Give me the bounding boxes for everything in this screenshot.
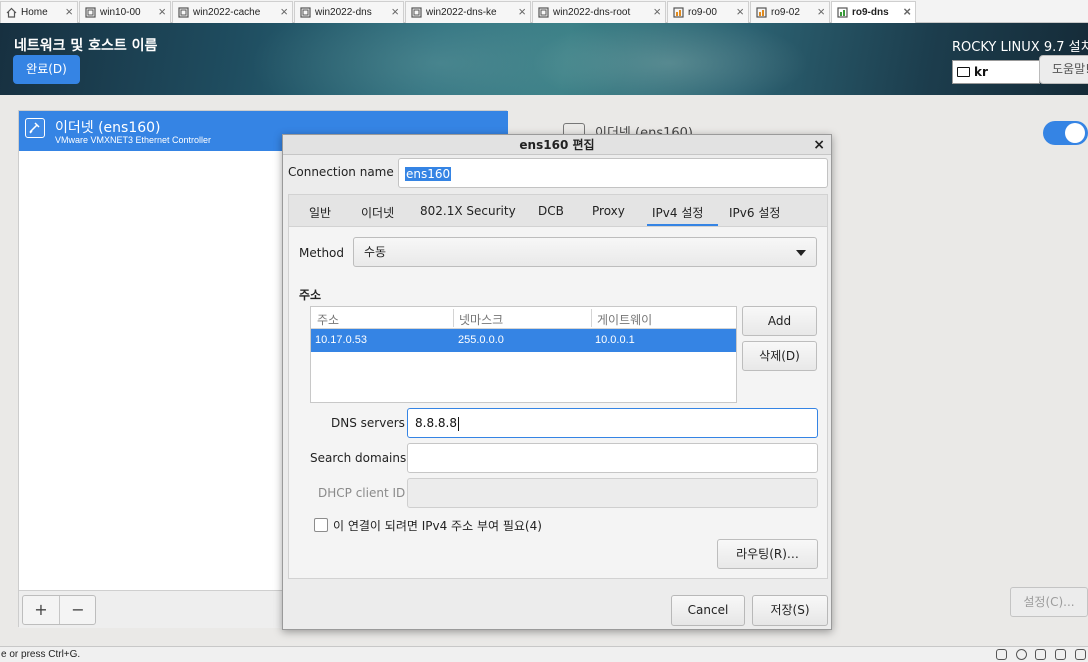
status-bar: e or press Ctrl+G. [0,646,1088,662]
sound-icon[interactable] [1075,649,1086,660]
help-button[interactable]: 도움말! [1039,55,1088,84]
vm-icon [300,7,311,18]
vm-running-icon [837,7,848,18]
vm-tab[interactable]: win2022-dns-root × [532,1,666,23]
chevron-down-icon [796,250,806,256]
dhcp-client-id-input [407,478,818,508]
installer-header: 네트워크 및 호스트 이름 완료(D) ROCKY LINUX 9.7 설치 k… [0,23,1088,95]
netmask-cell[interactable]: 255.0.0.0 [458,334,504,346]
tab-ipv4-settings[interactable]: IPv4 설정 [652,204,703,221]
method-label: Method [299,246,345,260]
vm-tab[interactable]: win10-00 × [79,1,171,23]
vm-tab[interactable]: win2022-dns × [294,1,404,23]
device-toggle[interactable] [1043,121,1088,145]
save-button[interactable]: 저장(S) [752,595,828,626]
vm-tab-home[interactable]: Home × [0,1,78,23]
routes-button[interactable]: 라우팅(R)… [717,539,818,569]
device-description: VMware VMXNET3 Ethernet Controller [55,135,212,145]
keyboard-icon [957,67,970,77]
column-header-gateway[interactable]: 게이트웨이 [597,311,652,328]
disk-icon[interactable] [995,649,1007,660]
address-table: 주소 넷마스크 게이트웨이 10.17.0.53 255.0.0.0 10.0.… [310,306,737,403]
require-ipv4-label[interactable]: 이 연결이 되려면 IPv4 주소 부여 필요(4) [333,517,542,534]
settings-tabs: 일반 이더넷 802.1X Security DCB Proxy IPv4 설정… [288,194,828,227]
remove-device-button[interactable]: − [60,600,96,619]
addresses-heading: 주소 [299,288,322,302]
address-cell[interactable]: 10.17.0.53 [315,334,367,346]
close-icon[interactable]: × [653,4,661,19]
close-icon[interactable]: × [817,4,825,19]
column-header-address[interactable]: 주소 [317,311,339,328]
connection-name-value: ens160 [405,167,452,181]
home-icon [6,7,17,18]
vm-running-icon [756,7,767,18]
vm-tab[interactable]: ro9-00 × [667,1,749,23]
vm-icon [538,7,549,18]
close-icon[interactable]: × [518,4,526,19]
address-table-header: 주소 넷마스크 게이트웨이 [311,307,736,329]
dns-servers-label: DNS servers [331,416,405,430]
vm-tab[interactable]: ro9-02 × [750,1,830,23]
tab-general[interactable]: 일반 [309,204,331,221]
close-icon[interactable]: × [391,4,399,19]
vm-tab[interactable]: win2022-cache × [172,1,293,23]
tab-802-1x-security[interactable]: 802.1X Security [420,204,516,218]
status-text: e or press Ctrl+G. [1,649,81,660]
tab-proxy[interactable]: Proxy [592,204,625,218]
tab-dcb[interactable]: DCB [538,204,564,218]
keyboard-layout-indicator[interactable]: kr [952,60,1040,84]
search-domains-input[interactable] [407,443,818,473]
method-value: 수동 [364,245,387,259]
dns-servers-value: 8.8.8.8 [415,416,457,430]
page-title: 네트워크 및 호스트 이름 [14,38,158,54]
settings-button[interactable]: 설정(C)... [1010,587,1088,617]
keyboard-layout-label: kr [974,65,988,79]
vm-icon [85,7,96,18]
method-dropdown[interactable]: 수동 [353,237,817,267]
tab-ipv6-settings[interactable]: IPv6 설정 [729,204,780,221]
gateway-cell[interactable]: 10.0.0.1 [595,334,635,346]
done-button[interactable]: 완료(D) [13,55,80,84]
delete-address-button[interactable]: 삭제(D) [742,341,817,371]
ipv4-settings-panel: Method 수동 주소 주소 넷마스크 게이트웨이 10.17.0.53 25… [288,226,828,579]
vm-icon [178,7,189,18]
device-name: 이더넷 (ens160) [55,120,161,136]
column-header-netmask[interactable]: 넷마스크 [459,311,503,328]
table-row[interactable]: 10.17.0.53 255.0.0.0 10.0.0.1 [311,329,736,352]
edit-connection-dialog: ens160 편집 × Connection name ens160 일반 이더… [282,134,832,630]
vm-running-icon [673,7,684,18]
network-card-icon [25,118,45,138]
close-icon[interactable]: × [158,4,166,19]
require-ipv4-checkbox[interactable] [314,518,328,532]
connection-name-label: Connection name [288,165,394,179]
add-address-button[interactable]: Add [742,306,817,336]
close-icon[interactable]: × [280,4,288,19]
add-device-button[interactable]: + [23,600,59,619]
vm-tab[interactable]: win2022-dns-ke × [405,1,531,23]
dialog-title: ens160 편집 × [283,135,831,155]
connection-name-input[interactable]: ens160 [398,158,828,188]
dhcp-client-id-label: DHCP client ID [318,486,406,500]
close-icon[interactable]: × [903,4,911,19]
close-icon[interactable]: × [736,4,744,19]
product-title: ROCKY LINUX 9.7 설치 [952,40,1088,55]
tab-ethernet[interactable]: 이더넷 [361,204,394,221]
usb-icon[interactable] [1055,649,1067,660]
search-domains-label: Search domains [310,451,407,465]
close-icon[interactable]: × [813,135,825,155]
vm-icon [411,7,422,18]
dns-servers-input[interactable]: 8.8.8.8 [407,408,818,438]
cancel-button[interactable]: Cancel [671,595,745,626]
vm-tab-strip: Home × win10-00 × win2022-cache × win202… [0,0,1088,23]
vm-tab-active[interactable]: ro9-dns × [831,1,916,23]
cd-icon[interactable] [1015,649,1027,660]
close-icon[interactable]: × [65,4,73,19]
network-icon[interactable] [1035,649,1047,660]
